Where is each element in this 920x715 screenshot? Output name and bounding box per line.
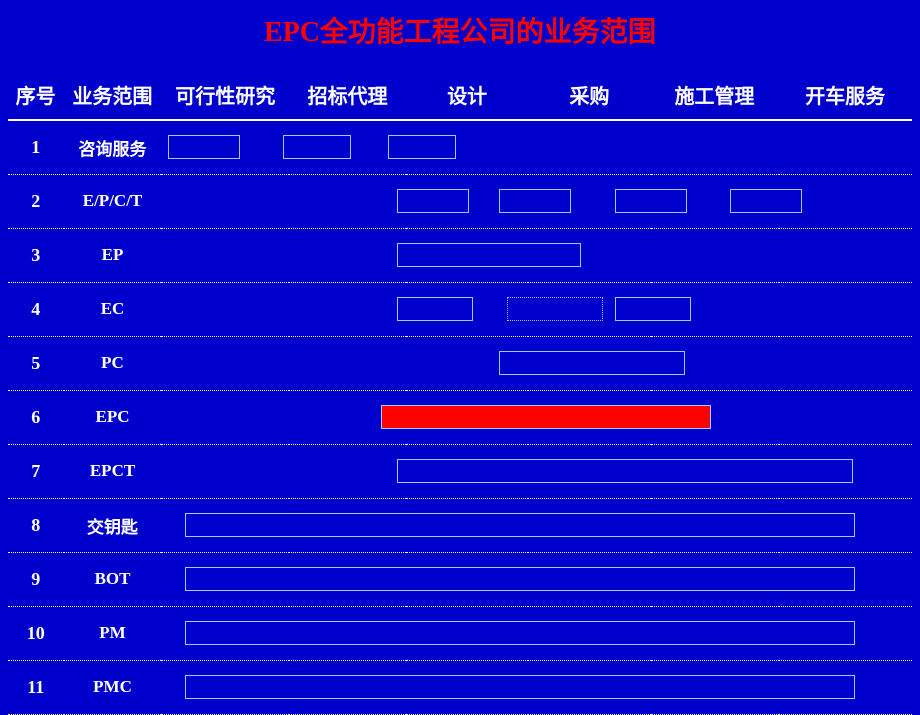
bar-cell	[161, 336, 912, 390]
coverage-bar	[185, 621, 855, 645]
row-label: 交钥匙	[64, 498, 162, 552]
table-row: 9BOT	[8, 552, 912, 606]
table-row: 8交钥匙	[8, 498, 912, 552]
row-index: 6	[8, 390, 64, 444]
row-label: BOT	[64, 552, 162, 606]
bar-cell	[161, 498, 912, 552]
col-header-7: 开车服务	[779, 70, 913, 120]
col-header-4: 设计	[406, 70, 528, 120]
bar-cell	[161, 282, 912, 336]
bar-cell	[161, 390, 912, 444]
coverage-bar	[397, 243, 581, 267]
coverage-bar	[397, 297, 473, 321]
coverage-bar	[283, 135, 351, 159]
table-row: 11PMC	[8, 660, 912, 714]
row-index: 11	[8, 660, 64, 714]
col-header-2: 可行性研究	[161, 70, 289, 120]
col-header-6: 施工管理	[651, 70, 779, 120]
coverage-bar	[168, 135, 240, 159]
row-index: 2	[8, 174, 64, 228]
row-index: 9	[8, 552, 64, 606]
row-index: 1	[8, 120, 64, 174]
bar-cell	[161, 444, 912, 498]
coverage-bar	[388, 135, 456, 159]
bar-cell	[161, 606, 912, 660]
scope-table-container: 序号业务范围可行性研究招标代理设计采购施工管理开车服务 1咨询服务2E/P/C/…	[0, 70, 920, 715]
row-label: EC	[64, 282, 162, 336]
row-label: E/P/C/T	[64, 174, 162, 228]
row-index: 8	[8, 498, 64, 552]
coverage-bar	[730, 189, 802, 213]
page-title: EPC全功能工程公司的业务范围	[0, 0, 920, 70]
col-header-3: 招标代理	[289, 70, 406, 120]
coverage-bar	[397, 189, 469, 213]
row-label: PC	[64, 336, 162, 390]
table-row: 3EP	[8, 228, 912, 282]
coverage-bar	[507, 297, 603, 321]
table-row: 7EPCT	[8, 444, 912, 498]
table-body: 1咨询服务2E/P/C/T3EP4EC5PC6EPC7EPCT8交钥匙9BOT1…	[8, 120, 912, 714]
coverage-bar	[615, 297, 691, 321]
coverage-bar	[615, 189, 687, 213]
row-label: PMC	[64, 660, 162, 714]
bar-cell	[161, 552, 912, 606]
row-label: EP	[64, 228, 162, 282]
row-index: 3	[8, 228, 64, 282]
bar-cell	[161, 174, 912, 228]
scope-table: 序号业务范围可行性研究招标代理设计采购施工管理开车服务 1咨询服务2E/P/C/…	[8, 70, 912, 715]
row-index: 7	[8, 444, 64, 498]
table-header-row: 序号业务范围可行性研究招标代理设计采购施工管理开车服务	[8, 70, 912, 120]
table-row: 1咨询服务	[8, 120, 912, 174]
row-label: EPC	[64, 390, 162, 444]
table-row: 2E/P/C/T	[8, 174, 912, 228]
row-index: 4	[8, 282, 64, 336]
bar-cell	[161, 660, 912, 714]
bar-cell	[161, 228, 912, 282]
bar-cell	[161, 120, 912, 174]
table-row: 6EPC	[8, 390, 912, 444]
row-index: 5	[8, 336, 64, 390]
row-index: 10	[8, 606, 64, 660]
col-header-5: 采购	[528, 70, 650, 120]
coverage-bar	[185, 513, 855, 537]
row-label: 咨询服务	[64, 120, 162, 174]
col-header-0: 序号	[8, 70, 64, 120]
row-label: PM	[64, 606, 162, 660]
row-label: EPCT	[64, 444, 162, 498]
table-row: 4EC	[8, 282, 912, 336]
coverage-bar	[381, 405, 711, 429]
coverage-bar	[185, 567, 855, 591]
coverage-bar	[499, 351, 685, 375]
coverage-bar	[397, 459, 853, 483]
table-row: 10PM	[8, 606, 912, 660]
col-header-1: 业务范围	[64, 70, 162, 120]
coverage-bar	[185, 675, 855, 699]
table-row: 5PC	[8, 336, 912, 390]
coverage-bar	[499, 189, 571, 213]
